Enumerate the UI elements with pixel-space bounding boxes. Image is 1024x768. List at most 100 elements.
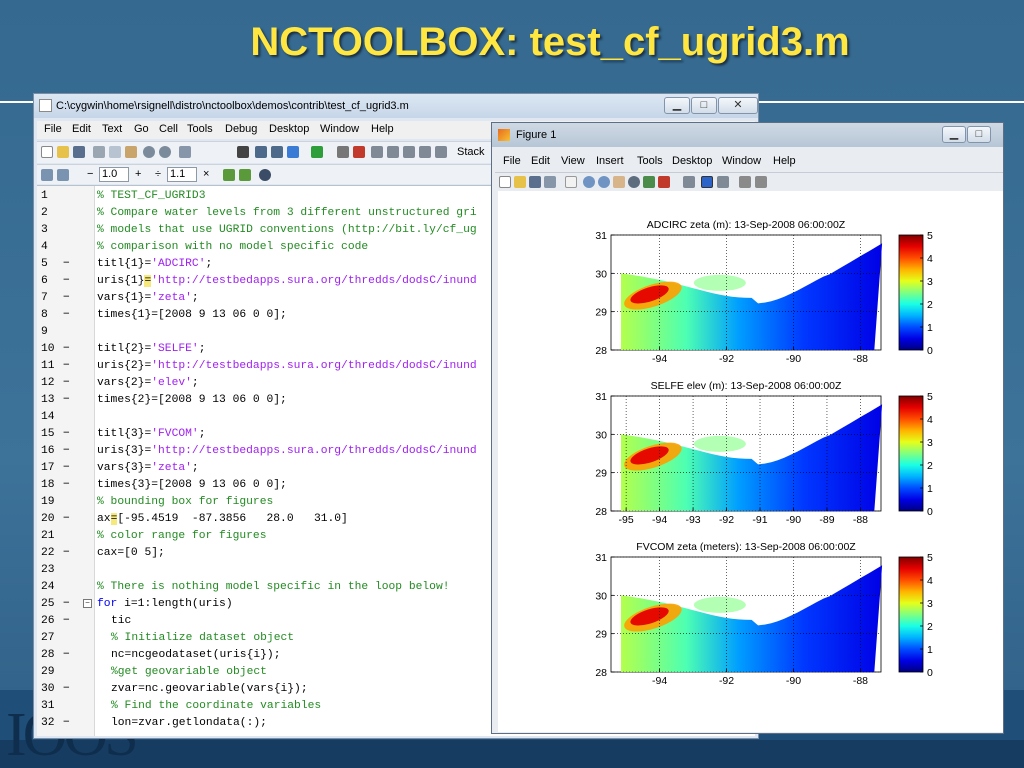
figure-menu-insert[interactable]: Insert — [596, 155, 624, 167]
open-folder-icon[interactable] — [57, 146, 69, 158]
paste-icon[interactable] — [125, 146, 137, 158]
line-number: 3 — [41, 224, 48, 236]
code-text: uris{3}='http://testbedapps.sura.org/thr… — [97, 445, 477, 457]
breakpoint-marker[interactable]: − — [63, 681, 73, 698]
breakpoint-marker[interactable]: − — [63, 477, 73, 494]
breakpoint-icon[interactable] — [337, 146, 349, 158]
fold-toggle-icon[interactable]: − — [83, 599, 92, 608]
hide-tools-icon[interactable] — [739, 176, 751, 188]
print-figure-icon[interactable] — [544, 176, 556, 188]
maximize-button[interactable]: □ — [691, 97, 717, 114]
function-icon[interactable] — [287, 146, 299, 158]
forward-icon[interactable] — [271, 146, 283, 158]
breakpoint-marker[interactable]: − — [63, 341, 73, 358]
data-cursor-icon[interactable] — [643, 176, 655, 188]
editor-menu-tools[interactable]: Tools — [187, 123, 213, 135]
editor-menu-go[interactable]: Go — [134, 123, 149, 135]
code-text: % color range for figures — [97, 530, 267, 542]
close-button[interactable]: ✕ — [718, 97, 758, 114]
help-icon[interactable] — [259, 169, 271, 181]
link-icon[interactable] — [683, 176, 695, 188]
breakpoint-marker[interactable]: − — [63, 596, 73, 613]
new-figure-icon[interactable] — [499, 176, 511, 188]
breakpoint-marker[interactable]: − — [63, 307, 73, 324]
editor-menu-text[interactable]: Text — [102, 123, 122, 135]
colorbar-icon[interactable] — [701, 176, 713, 188]
breakpoint-marker[interactable]: − — [63, 375, 73, 392]
breakpoint-marker[interactable]: − — [63, 613, 73, 630]
redo-icon[interactable] — [159, 146, 171, 158]
step-out-icon[interactable] — [403, 146, 415, 158]
breakpoint-marker[interactable]: − — [63, 460, 73, 477]
rotate-icon[interactable] — [628, 176, 640, 188]
copy-icon[interactable] — [109, 146, 121, 158]
new-file-icon[interactable] — [41, 146, 53, 158]
back-icon[interactable] — [255, 146, 267, 158]
editor-titlebar[interactable]: C:\cygwin\home\rsignell\distro\nctoolbox… — [34, 94, 758, 118]
increment-value-field[interactable]: 1.0 — [99, 167, 129, 182]
breakpoint-marker[interactable]: − — [63, 647, 73, 664]
cell-mode-icon[interactable] — [41, 169, 53, 181]
pan-icon[interactable] — [613, 176, 625, 188]
figure-titlebar[interactable]: Figure 1 ▁ □ — [492, 123, 1003, 147]
step-icon[interactable] — [371, 146, 383, 158]
save-figure-icon[interactable] — [529, 176, 541, 188]
print-icon[interactable] — [179, 146, 191, 158]
editor-menu-desktop[interactable]: Desktop — [269, 123, 309, 135]
clear-breakpoints-icon[interactable] — [353, 146, 365, 158]
divide-button[interactable]: ÷ — [155, 168, 161, 180]
colorbar — [898, 395, 924, 512]
zoom-out-icon[interactable] — [598, 176, 610, 188]
multiply-button[interactable]: × — [203, 168, 209, 180]
editor-menu-window[interactable]: Window — [320, 123, 359, 135]
decrement-button[interactable]: − — [87, 168, 93, 180]
breakpoint-marker[interactable]: − — [63, 256, 73, 273]
editor-menu-cell[interactable]: Cell — [159, 123, 178, 135]
cell-eval-icon[interactable] — [57, 169, 69, 181]
breakpoint-marker[interactable]: − — [63, 443, 73, 460]
open-file-icon[interactable] — [514, 176, 526, 188]
scale-value-field[interactable]: 1.1 — [167, 167, 197, 182]
brush-icon[interactable] — [658, 176, 670, 188]
increment-button[interactable]: + — [135, 168, 141, 180]
save-icon[interactable] — [73, 146, 85, 158]
publish-icon[interactable] — [223, 169, 235, 181]
breakpoint-marker[interactable]: − — [63, 511, 73, 528]
figure-minimize-button[interactable]: ▁ — [942, 126, 966, 143]
editor-menu-edit[interactable]: Edit — [72, 123, 91, 135]
continue-icon[interactable] — [419, 146, 431, 158]
breakpoint-marker[interactable]: − — [63, 290, 73, 307]
figure-menu-edit[interactable]: Edit — [531, 155, 550, 167]
editor-menu-file[interactable]: File — [44, 123, 62, 135]
legend-icon[interactable] — [717, 176, 729, 188]
line-number: 22 — [41, 547, 55, 559]
breakpoint-marker[interactable]: − — [63, 715, 73, 732]
find-icon[interactable] — [237, 146, 249, 158]
figure-menu-file[interactable]: File — [503, 155, 521, 167]
figure-menu-view[interactable]: View — [561, 155, 585, 167]
breakpoint-marker[interactable]: − — [63, 273, 73, 290]
figure-menu-help[interactable]: Help — [773, 155, 796, 167]
stack-label[interactable]: Stack — [457, 146, 485, 158]
figure-maximize-button[interactable]: □ — [967, 126, 991, 143]
step-in-icon[interactable] — [387, 146, 399, 158]
breakpoint-marker[interactable]: − — [63, 392, 73, 409]
editor-menu-debug[interactable]: Debug — [225, 123, 257, 135]
publish-html-icon[interactable] — [239, 169, 251, 181]
exit-debug-icon[interactable] — [435, 146, 447, 158]
undo-icon[interactable] — [143, 146, 155, 158]
breakpoint-marker[interactable]: − — [63, 358, 73, 375]
minimize-button[interactable]: ▁ — [664, 97, 690, 114]
breakpoint-marker[interactable]: − — [63, 426, 73, 443]
figure-menu-desktop[interactable]: Desktop — [672, 155, 712, 167]
zoom-in-icon[interactable] — [583, 176, 595, 188]
cut-icon[interactable] — [93, 146, 105, 158]
figure-menu-window[interactable]: Window — [722, 155, 761, 167]
breakpoint-marker[interactable]: − — [63, 545, 73, 562]
run-icon[interactable] — [311, 146, 323, 158]
editor-menu-help[interactable]: Help — [371, 123, 394, 135]
figure-menu-tools[interactable]: Tools — [637, 155, 663, 167]
code-text: % Find the coordinate variables — [111, 700, 322, 712]
pointer-icon[interactable] — [565, 176, 577, 188]
show-tools-icon[interactable] — [755, 176, 767, 188]
